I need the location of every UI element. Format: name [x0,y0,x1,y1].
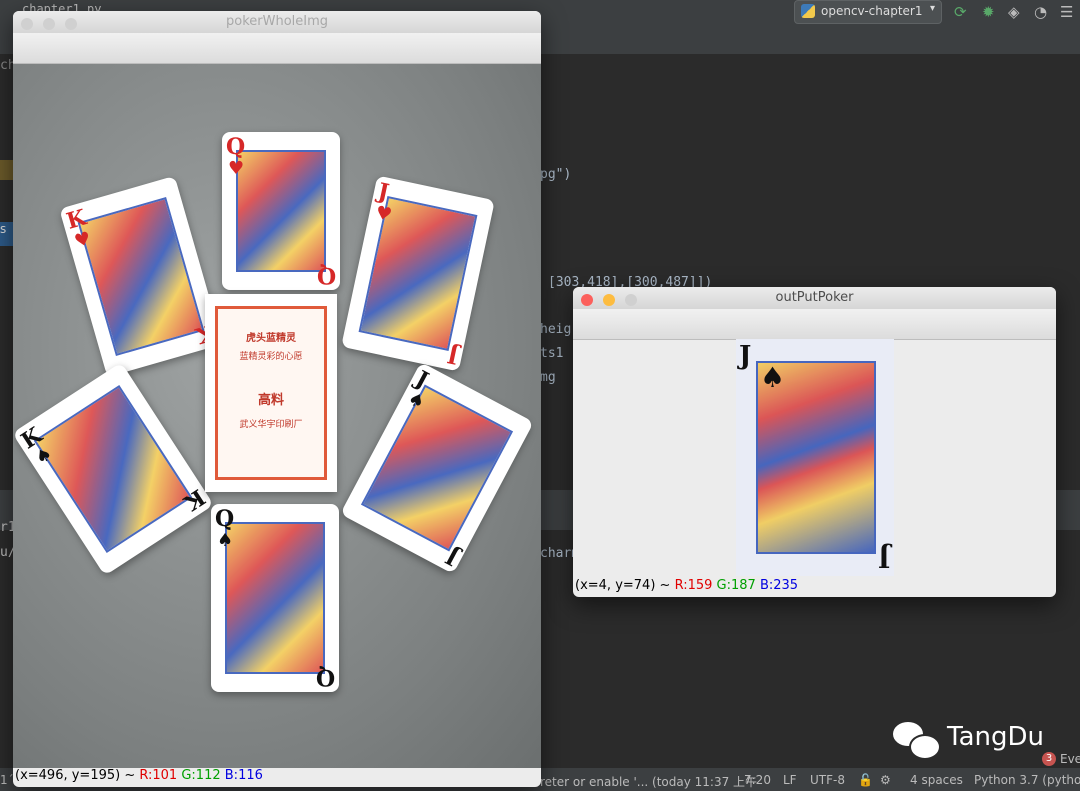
card-j-hearts: J ♥ J [341,175,495,372]
watermark-text: TangDu [947,722,1044,752]
pixel-coords: (x=4, y=74) ~ [575,578,671,593]
card-rank-bottom: Q [316,262,336,288]
code-line-5: mg [540,370,556,385]
python-icon [801,4,815,18]
side-label-s: s [0,222,14,246]
card-q-spades: Q ♠ Q [211,504,339,692]
status-message[interactable]: reter or enable '... (today 11:37 上午 [540,773,757,790]
close-button[interactable] [581,294,593,306]
pixel-blue: B:235 [759,578,799,593]
zoom-button[interactable] [625,294,638,306]
cursor-position[interactable]: 7:20 [744,773,771,787]
minimize-button[interactable] [43,18,56,30]
pack-brand: 虎头蓝精灵 [246,333,296,344]
line-separator[interactable]: LF [783,773,797,787]
run-config-dropdown[interactable]: opencv-chapter1 ▾ [794,0,942,24]
rerun-icon[interactable]: ⟳ [954,3,970,21]
lock-icon[interactable]: 🔓 [858,773,873,787]
spade-icon: ♠ [760,361,786,394]
warped-card-image[interactable]: J ♠ J [736,339,894,576]
run-config-label: opencv-chapter1 [821,4,923,18]
card-rank-bottom: Q [315,664,335,690]
card-rank: Q [226,134,246,160]
output-poker-toolbar [573,309,1056,340]
chevron-down-icon: ▾ [929,3,935,14]
zoom-button[interactable] [65,18,78,30]
output-poker-titlebar[interactable]: outPutPoker [573,287,1056,309]
file-encoding[interactable]: UTF-8 [810,773,845,787]
event-log-label[interactable]: Eve [1060,752,1080,766]
output-poker-window[interactable]: outPutPoker J ♠ J (x=4, y=74) ~ R:159 G:… [573,287,1056,597]
card-j-spades: J ♠ J [340,362,534,574]
pixel-green: G:112 [181,768,221,783]
output-poker-title: outPutPoker [775,290,854,305]
card-q-hearts: Q ♥ Q [222,132,340,290]
minimize-button[interactable] [603,294,616,306]
spade-icon: ♠ [217,530,234,551]
profile-icon[interactable]: ◔ [1034,3,1050,21]
pixel-green: G:187 [716,578,756,593]
git-icon: ⚙ [880,773,891,787]
pixel-coords: (x=496, y=195) ~ [15,768,136,783]
heart-icon: ♥ [228,158,245,179]
pixel-red: R:159 [674,578,713,593]
poker-image[interactable]: K ♥ K Q ♥ Q J ♥ J K ♠ K J ♠ [13,64,541,768]
debug-icon[interactable]: ✹ [982,3,998,21]
coverage-icon[interactable]: ◈ [1008,3,1024,21]
pack-maker: 武义华宇印刷厂 [239,420,303,430]
card-k-hearts: K ♥ K [59,175,223,378]
card-rank: J [739,341,752,371]
poker-whole-pixel-info: (x=496, y=195) ~ R:101 G:112 B:116 [15,768,263,783]
highlight-marker [0,160,14,180]
code-line-4: ts1 [540,346,564,361]
card-pack: 虎头蓝精灵 蓝精灵彩的心愿 高料 武义华宇印刷厂 [205,294,337,492]
pixel-blue: B:116 [224,768,263,783]
output-poker-pixel-info: (x=4, y=74) ~ R:159 G:187 B:235 [575,578,798,593]
pack-slogan: 蓝精灵彩的心愿 [239,352,303,362]
card-k-spades: K ♠ K [13,362,214,576]
indent-setting[interactable]: 4 spaces [910,773,963,787]
interpreter[interactable]: Python 3.7 (python [974,773,1080,787]
event-log-badge[interactable]: 3 [1042,752,1056,766]
wechat-icon [893,720,945,760]
poker-whole-titlebar[interactable]: pokerWholeImg [13,11,541,33]
poker-whole-toolbar [13,33,541,64]
card-rank: Q [215,506,235,532]
code-line-3: heig [540,322,572,337]
poker-whole-title: pokerWholeImg [225,14,329,29]
pixel-red: R:101 [139,768,178,783]
run-list-icon[interactable]: ☰ [1060,3,1076,21]
poker-whole-window[interactable]: pokerWholeImg K ♥ K Q ♥ Q J ♥ J K ♠ [13,11,541,787]
status-left-label: 1´ [0,773,14,787]
code-line-1: pg") [540,167,572,182]
close-button[interactable] [21,18,33,30]
pack-grade: 高料 [257,393,284,408]
card-rank-bottom: J [877,542,890,572]
